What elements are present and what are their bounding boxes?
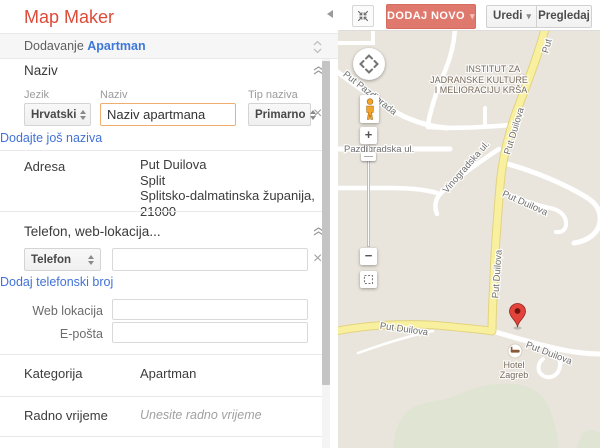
- poi-label: I MELIORACIJU KRŠA: [435, 85, 528, 95]
- panel-collapse-icon[interactable]: [327, 10, 333, 18]
- expand-collapse-icon[interactable]: [313, 40, 322, 54]
- edit-button[interactable]: Uredi▾: [486, 5, 538, 28]
- language-select[interactable]: Hrvatski: [24, 103, 91, 126]
- address-value: Put Duilova Split Splitsko-dalmatinska ž…: [140, 157, 338, 219]
- breadcrumb-action: Dodavanje: [24, 39, 84, 53]
- select-arrows-icon: [80, 110, 86, 120]
- road-label: Put Duilova: [500, 189, 550, 219]
- hours-label: Radno vrijeme: [24, 408, 108, 423]
- park-area: [393, 384, 559, 448]
- divider: [0, 396, 330, 397]
- name-label: Naziv: [100, 89, 128, 101]
- road-label: Pazdigradska ul.: [344, 144, 414, 155]
- address-line: Splitsko-dalmatinska županija, 21000: [140, 188, 338, 219]
- phone-type-select[interactable]: Telefon: [24, 248, 101, 271]
- road-label: Put: [540, 37, 554, 54]
- category-value: Apartman: [140, 366, 196, 381]
- category-label: Kategorija: [24, 366, 83, 381]
- select-arrows-icon: [88, 255, 94, 265]
- road-label: Put Duilova: [490, 249, 504, 299]
- breadcrumb: Dodavanje Apartman: [0, 33, 338, 59]
- name-type-select[interactable]: Primarno: [248, 103, 311, 126]
- language-label: Jezik: [24, 89, 49, 101]
- email-label: E-pošta: [23, 327, 103, 341]
- divider: [0, 354, 330, 355]
- zoom-in-button[interactable]: +: [360, 127, 377, 144]
- extent-frame-icon: [363, 274, 374, 285]
- caret-down-icon: ▾: [470, 11, 475, 21]
- hours-placeholder[interactable]: Unesite radno vrijeme: [140, 408, 262, 422]
- preview-button[interactable]: Pregledaj: [536, 5, 592, 28]
- website-label: Web lokacija: [23, 304, 103, 318]
- divider: [0, 436, 330, 437]
- address-label: Adresa: [24, 159, 65, 174]
- left-panel: Map Maker Dodavanje Apartman Naziv Jezik…: [0, 0, 338, 448]
- panel-scrollbar[interactable]: [322, 59, 330, 448]
- pan-arrows-icon: [353, 48, 385, 80]
- location-marker[interactable]: [510, 304, 526, 330]
- add-name-link[interactable]: Dodajte još naziva: [0, 131, 102, 145]
- remove-phone-button[interactable]: ×: [313, 252, 322, 266]
- top-toolbar: DODAJ NOVO▾ Uredi▾ Pregledaj: [338, 0, 600, 30]
- zoom-extent-button[interactable]: [360, 271, 377, 288]
- road-label: Put Duilova: [524, 340, 574, 368]
- map-tiles: Put Put Pazdigrada Pazdigradska ul. Vino…: [338, 31, 600, 448]
- address-line: Put Duilova: [140, 157, 338, 173]
- section-title-contact: Telefon, web-lokacija...: [24, 224, 161, 239]
- zoom-out-button[interactable]: −: [360, 248, 377, 265]
- divider: [0, 150, 330, 151]
- poi-hotel-icon[interactable]: [508, 344, 522, 358]
- poi-label: Zagreb: [500, 370, 529, 380]
- panel-header: Map Maker: [0, 0, 338, 33]
- divider: [0, 211, 330, 212]
- zoom-slider-handle[interactable]: [361, 152, 376, 161]
- section-title-naziv: Naziv: [24, 63, 58, 78]
- map-pan-control[interactable]: [353, 48, 385, 80]
- email-input[interactable]: [112, 322, 308, 343]
- map-canvas[interactable]: Put Put Pazdigrada Pazdigradska ul. Vino…: [338, 30, 600, 448]
- add-new-button[interactable]: DODAJ NOVO▾: [386, 4, 476, 29]
- pegman-icon: [364, 98, 376, 121]
- compress-icon: [357, 10, 369, 22]
- remove-name-button[interactable]: ×: [313, 107, 322, 121]
- breadcrumb-entity: Apartman: [87, 39, 145, 53]
- address-line: Split: [140, 173, 338, 189]
- add-phone-link[interactable]: Dodaj telefonski broj: [0, 275, 113, 289]
- poi-label: JADRANSKE KULTURE: [430, 75, 528, 85]
- phone-input[interactable]: [112, 248, 308, 271]
- map-maker-app: Map Maker Dodavanje Apartman Naziv Jezik…: [0, 0, 600, 448]
- name-type-label: Tip naziva: [248, 89, 298, 101]
- scrollbar-thumb[interactable]: [322, 61, 330, 385]
- poi-label: INSTITUT ZA: [466, 64, 520, 74]
- name-input[interactable]: [100, 103, 236, 126]
- poi-label: Hotel: [503, 360, 524, 370]
- caret-down-icon: ▾: [526, 11, 531, 21]
- park-area: [576, 430, 600, 448]
- app-title: Map Maker: [24, 7, 114, 28]
- collapse-view-button[interactable]: [352, 5, 374, 27]
- pegman-control[interactable]: [360, 95, 379, 123]
- website-input[interactable]: [112, 299, 308, 320]
